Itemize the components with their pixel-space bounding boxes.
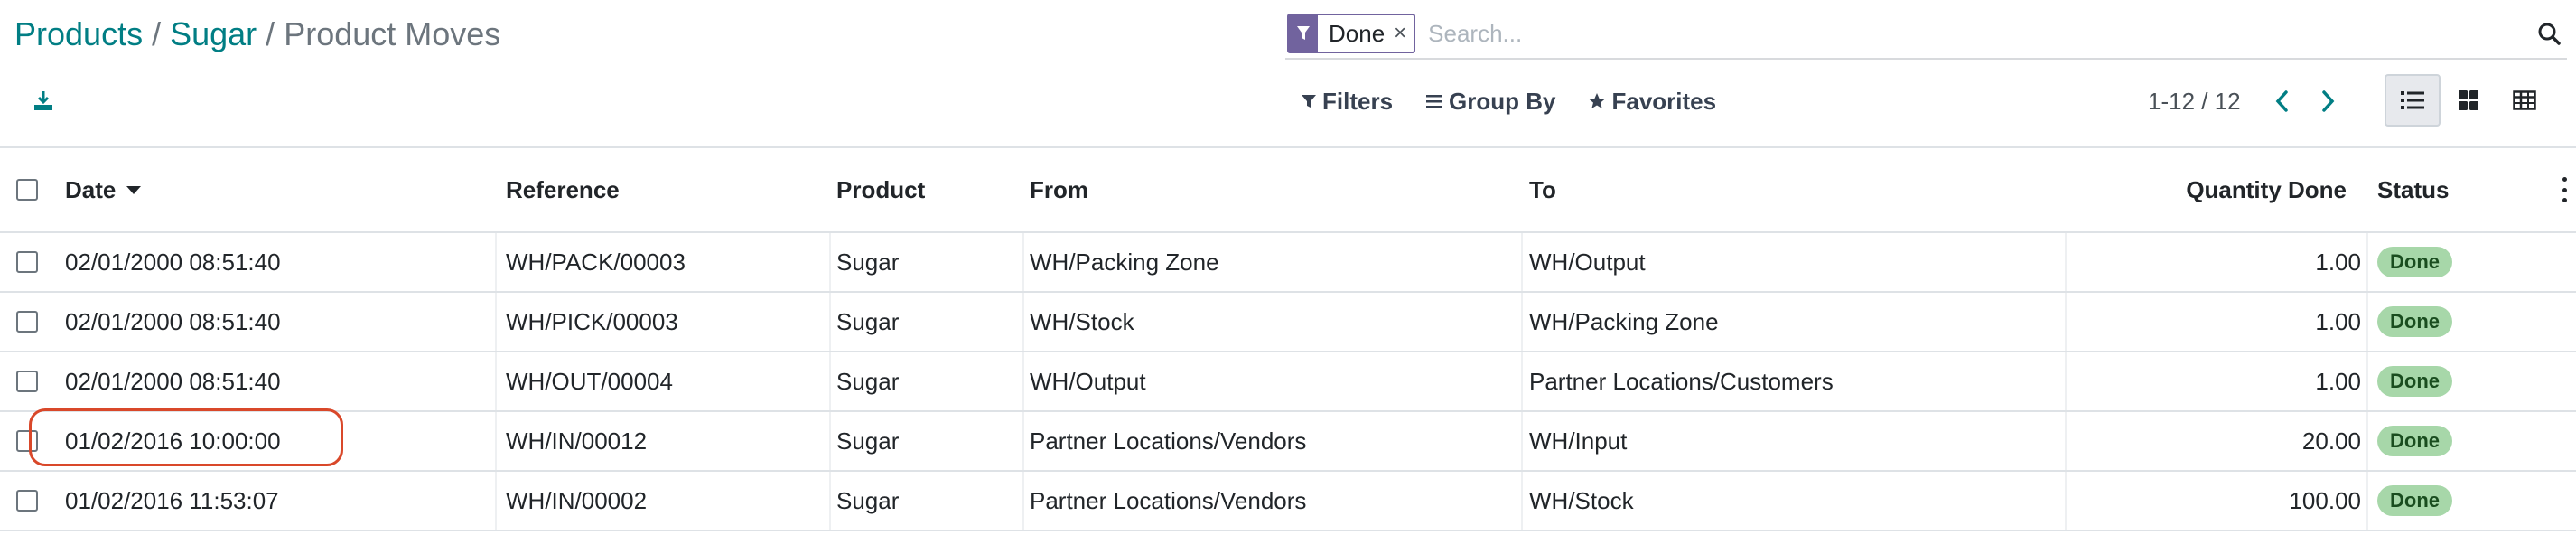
row-checkbox[interactable] xyxy=(16,251,38,273)
cell-date: 02/01/2000 08:51:40 xyxy=(65,248,281,276)
facet-value: Done xyxy=(1329,20,1386,47)
cell-from: Partner Locations/Vendors xyxy=(1030,486,1307,514)
kanban-view-button[interactable] xyxy=(2441,74,2497,127)
favorites-button[interactable]: Favorites xyxy=(1588,88,1716,116)
cell-quantity-done: 20.00 xyxy=(2301,427,2361,455)
cell-date: 02/01/2000 08:51:40 xyxy=(65,307,281,335)
facet-remove-icon[interactable]: × xyxy=(1394,15,1414,52)
select-all-checkbox[interactable] xyxy=(16,179,38,201)
pager-value[interactable]: 1-12 / 12 xyxy=(2148,83,2241,119)
breadcrumb-link-products[interactable]: Products xyxy=(14,15,143,52)
cell-date: 02/01/2000 08:51:40 xyxy=(65,367,281,395)
cell-from: WH/Output xyxy=(1030,367,1146,395)
pivot-view-icon xyxy=(2513,90,2536,110)
status-badge: Done xyxy=(2377,366,2452,397)
table-row[interactable]: 02/01/2000 08:51:40 WH/PACK/00003 Sugar … xyxy=(0,233,2576,293)
filters-button[interactable]: Filters xyxy=(1301,88,1393,116)
column-header-date[interactable]: Date xyxy=(65,148,142,231)
status-badge: Done xyxy=(2377,426,2452,456)
filter-icon xyxy=(1302,95,1316,108)
cell-quantity-done: 1.00 xyxy=(2315,248,2361,276)
cell-from: Partner Locations/Vendors xyxy=(1030,427,1307,455)
filter-icon xyxy=(1289,15,1318,52)
table-header-row: Date Reference Product From To Quantity … xyxy=(0,148,2576,233)
breadcrumb-separator: / xyxy=(266,15,275,52)
cell-reference: WH/PICK/00003 xyxy=(506,307,678,335)
status-badge: Done xyxy=(2377,485,2452,516)
row-checkbox[interactable] xyxy=(16,490,38,512)
row-checkbox[interactable] xyxy=(16,430,38,452)
optional-columns-icon[interactable] xyxy=(2558,177,2571,202)
table-row[interactable]: 01/02/2016 10:00:00 WH/IN/00012 Sugar Pa… xyxy=(0,412,2576,472)
cell-product: Sugar xyxy=(836,248,900,276)
search-options: Filters Group By Favorites xyxy=(1301,83,1716,119)
column-header-to[interactable]: To xyxy=(1529,148,1556,231)
group-by-label: Group By xyxy=(1449,87,1556,115)
search-button[interactable] xyxy=(2531,14,2567,53)
row-checkbox[interactable] xyxy=(16,371,38,392)
column-header-product[interactable]: Product xyxy=(836,148,925,231)
breadcrumb: Products / Sugar / Product Moves xyxy=(14,14,500,54)
cell-date: 01/02/2016 10:00:00 xyxy=(65,427,281,455)
cell-reference: WH/IN/00002 xyxy=(506,486,648,514)
cell-reference: WH/IN/00012 xyxy=(506,427,648,455)
page-title: Product Moves xyxy=(284,15,501,52)
pager-next-button[interactable] xyxy=(2312,83,2345,119)
cell-to: WH/Input xyxy=(1529,427,1628,455)
cell-to: WH/Stock xyxy=(1529,486,1634,514)
cell-quantity-done: 100.00 xyxy=(2289,486,2361,514)
list-view-button[interactable] xyxy=(2385,74,2441,127)
cell-to: WH/Packing Zone xyxy=(1529,307,1719,335)
status-badge: Done xyxy=(2377,247,2452,277)
sort-descending-icon xyxy=(126,185,142,194)
table-row[interactable]: 01/02/2016 11:53:07 WH/IN/00002 Sugar Pa… xyxy=(0,472,2576,531)
list-view-icon xyxy=(2401,91,2424,109)
cell-product: Sugar xyxy=(836,307,900,335)
chevron-right-icon xyxy=(2322,90,2335,112)
cell-to: Partner Locations/Customers xyxy=(1529,367,1834,395)
product-moves-table: Date Reference Product From To Quantity … xyxy=(0,146,2576,531)
cell-quantity-done: 1.00 xyxy=(2315,307,2361,335)
chevron-left-icon xyxy=(2275,90,2288,112)
download-button[interactable] xyxy=(27,85,60,117)
cell-from: WH/Packing Zone xyxy=(1030,248,1219,276)
star-icon xyxy=(1589,93,1606,108)
cell-reference: WH/OUT/00004 xyxy=(506,367,673,395)
column-header-from[interactable]: From xyxy=(1030,148,1088,231)
column-header-date-label: Date xyxy=(65,175,117,203)
cell-date: 01/02/2016 11:53:07 xyxy=(65,486,279,514)
kanban-view-icon xyxy=(2459,90,2478,110)
view-switcher xyxy=(2385,74,2553,127)
cell-quantity-done: 1.00 xyxy=(2315,367,2361,395)
search-facet[interactable]: Done × xyxy=(1287,14,1416,53)
bars-icon xyxy=(1426,95,1443,108)
cell-to: WH/Output xyxy=(1529,248,1646,276)
status-badge: Done xyxy=(2377,306,2452,337)
breadcrumb-link-sugar[interactable]: Sugar xyxy=(170,15,257,52)
cell-reference: WH/PACK/00003 xyxy=(506,248,686,276)
column-header-reference[interactable]: Reference xyxy=(506,148,620,231)
cell-product: Sugar xyxy=(836,486,900,514)
favorites-label: Favorites xyxy=(1611,87,1717,115)
pivot-view-button[interactable] xyxy=(2497,74,2553,127)
column-header-quantity-done[interactable]: Quantity Done xyxy=(2068,148,2347,231)
download-icon xyxy=(34,91,52,110)
cell-from: WH/Stock xyxy=(1030,307,1134,335)
cell-product: Sugar xyxy=(836,427,900,455)
cell-product: Sugar xyxy=(836,367,900,395)
filters-label: Filters xyxy=(1322,87,1394,115)
row-checkbox[interactable] xyxy=(16,311,38,333)
search-input[interactable] xyxy=(1415,14,2531,53)
search-bar: Done × xyxy=(1285,9,2567,60)
search-icon xyxy=(2538,23,2561,45)
column-header-status[interactable]: Status xyxy=(2377,148,2449,231)
breadcrumb-separator: / xyxy=(152,15,162,52)
table-row[interactable]: 02/01/2000 08:51:40 WH/PICK/00003 Sugar … xyxy=(0,293,2576,352)
table-row[interactable]: 02/01/2000 08:51:40 WH/OUT/00004 Sugar W… xyxy=(0,352,2576,412)
pager-previous-button[interactable] xyxy=(2265,83,2298,119)
group-by-button[interactable]: Group By xyxy=(1425,88,1555,116)
